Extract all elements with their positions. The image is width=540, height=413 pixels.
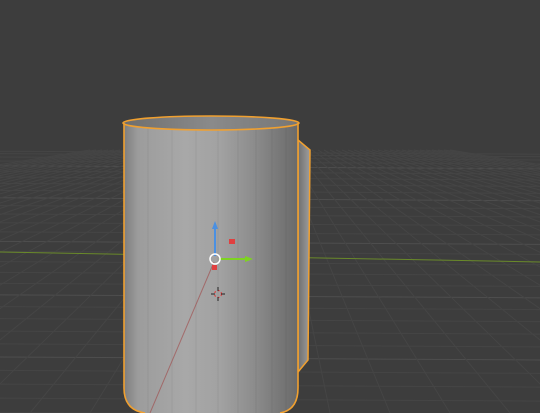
grid-line xyxy=(293,149,511,413)
mug-handle[interactable] xyxy=(297,138,311,375)
3d-viewport[interactable] xyxy=(0,0,540,413)
viewport-canvas[interactable] xyxy=(0,0,540,413)
grid-line xyxy=(0,149,133,179)
grid-line xyxy=(0,149,139,182)
gizmo-x-plane-handle[interactable] xyxy=(229,239,235,244)
gizmo-x-small-handle[interactable] xyxy=(212,265,217,270)
